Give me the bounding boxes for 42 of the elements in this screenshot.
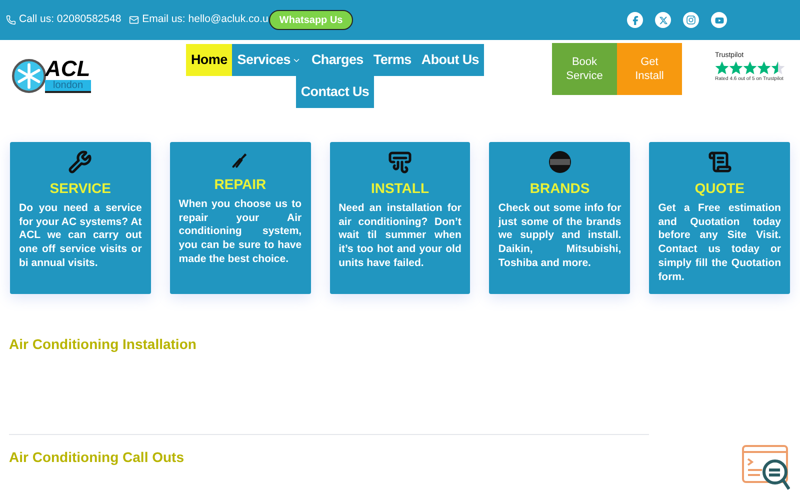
section-heading: Air Conditioning Call Outs bbox=[9, 448, 185, 468]
nav-link[interactable]: Home bbox=[186, 44, 232, 76]
brand-badge-icon bbox=[548, 150, 572, 174]
wrench-icon bbox=[68, 150, 92, 174]
air-conditioner-icon bbox=[388, 150, 412, 174]
whatsapp-button[interactable]: Whatsapp Us bbox=[269, 10, 353, 30]
facebook-icon[interactable] bbox=[627, 12, 643, 28]
card-title: REPAIR bbox=[214, 175, 266, 194]
star-icon bbox=[771, 61, 785, 75]
instagram-icon[interactable] bbox=[683, 12, 699, 28]
star-icon bbox=[715, 61, 729, 75]
star-icon bbox=[757, 61, 771, 75]
card-title: SERVICE bbox=[50, 179, 111, 198]
phone-text[interactable]: Call us: 02080582548 bbox=[19, 12, 122, 28]
star-icon bbox=[743, 61, 757, 75]
star-icon bbox=[729, 61, 743, 75]
nav-link[interactable]: Services bbox=[232, 44, 306, 76]
section-heading: Air Conditioning Installation bbox=[9, 335, 198, 354]
logo-subtitle: london bbox=[45, 80, 92, 93]
card-title: QUOTE bbox=[694, 179, 744, 198]
phone-icon bbox=[6, 15, 16, 25]
nav-link[interactable]: Contact Us bbox=[296, 76, 374, 108]
cta-button[interactable]: Get Install bbox=[617, 43, 682, 95]
x-icon[interactable] bbox=[655, 12, 671, 28]
nav-link[interactable]: Terms bbox=[368, 44, 416, 76]
logo-title: ACL bbox=[45, 58, 92, 80]
card-description: Do you need a service for your AC systems? At ACL we can carry out one off service visits or bi annual visits. bbox=[19, 202, 142, 271]
card-description: Get a Free estimation and Quotation today before any Site Visit. Contact us today or simply fill the Quotation form. bbox=[658, 202, 781, 284]
cta-button[interactable]: Book Service bbox=[552, 43, 617, 95]
card-description: When you choose us to repair your Air conditioning system, you can be sure to have made the best choice. bbox=[178, 198, 302, 267]
email-text[interactable]: Email us: hello@acluk.co.u bbox=[142, 12, 268, 28]
snowflake-logo-icon bbox=[12, 58, 46, 92]
card-description: Check out some info for just some of the brands we supply and install. Daikin, Mitsubishi, Toshiba and more. bbox=[498, 202, 622, 271]
code-search-icon[interactable] bbox=[742, 445, 790, 491]
mail-icon bbox=[129, 15, 140, 25]
document-icon bbox=[708, 150, 732, 174]
card-title: BRANDS bbox=[530, 179, 590, 198]
card-title: INSTALL bbox=[370, 179, 430, 198]
nav-link[interactable]: About Us bbox=[416, 44, 484, 76]
card-description: Need an installation for air conditioning? Don’t wait til summer when it’s too hot and your old units have failed. bbox=[338, 202, 462, 271]
youtube-icon[interactable] bbox=[711, 12, 727, 28]
nav-link[interactable]: Charges bbox=[306, 44, 368, 76]
